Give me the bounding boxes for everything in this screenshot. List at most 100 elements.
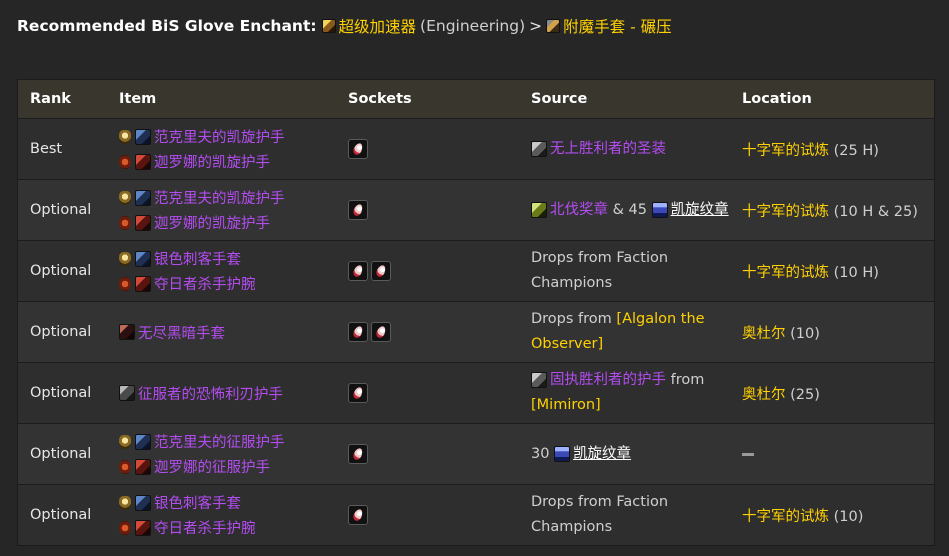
prismatic-socket-icon xyxy=(348,505,368,525)
item-name: 范克里夫的征服护手 xyxy=(154,435,285,451)
location-link[interactable]: 十字军的试炼 xyxy=(742,509,829,525)
location-cell: 十字军的试炼 (10) xyxy=(742,505,934,526)
source-cell: Drops from Faction Champions xyxy=(531,246,742,296)
rank-cell: Optional xyxy=(30,263,92,279)
item-link[interactable]: 迦罗娜的凯旋护手 xyxy=(119,149,348,174)
location-cell: 十字军的试炼 (25 H) xyxy=(742,139,934,160)
header-sockets: Sockets xyxy=(348,91,412,107)
item-name: 夺日者杀手护腕 xyxy=(154,521,256,537)
location-link[interactable]: 十字军的试炼 xyxy=(742,265,829,281)
location-link[interactable]: 奥杜尔 xyxy=(742,326,786,342)
enchant-scroll-icon xyxy=(546,19,561,33)
table-row: Optional 范克里夫的凯旋护手 迦罗娜的凯旋护手 北伐奖章 & 45 凯旋纹章十… xyxy=(18,179,934,240)
rank-cell: Optional xyxy=(30,202,92,218)
badge-link[interactable]: 凯旋纹章 xyxy=(573,446,631,462)
table-row: Optional 征服者的恐怖利刃护手 固执胜利者的护手 from [Mimiron… xyxy=(18,362,934,423)
source-text: Drops from xyxy=(531,311,612,327)
item-link[interactable]: 迦罗娜的凯旋护手 xyxy=(119,210,348,235)
engineering-gear-icon xyxy=(321,19,336,33)
item-link[interactable]: 银色刺客手套 xyxy=(119,246,348,271)
source-amount: & 45 xyxy=(612,201,647,218)
item-name: 夺日者杀手护腕 xyxy=(154,277,256,293)
sockets-cell xyxy=(348,139,531,159)
location-detail: (10 H) xyxy=(833,264,879,281)
alliance-faction-icon xyxy=(119,434,131,449)
location-detail: (10) xyxy=(833,508,864,525)
item-name: 银色刺客手套 xyxy=(154,252,241,268)
item-name: 迦罗娜的征服护手 xyxy=(154,460,270,476)
glove-red-icon xyxy=(135,214,151,231)
glove-gray-icon xyxy=(119,385,135,401)
location-detail: (25) xyxy=(790,386,820,403)
location-link[interactable]: 奥杜尔 xyxy=(742,387,786,403)
alt-enchant-link[interactable]: 附魔手套 - 碾压 xyxy=(563,15,671,37)
rank-cell: Optional xyxy=(30,324,92,340)
rank-cell: Best xyxy=(30,141,63,157)
item-name: 征服者的恐怖利刃护手 xyxy=(138,386,283,403)
heading-separator: > xyxy=(529,17,543,35)
location-link[interactable]: 十字军的试炼 xyxy=(742,204,829,220)
item-link[interactable]: 征服者的恐怖利刃护手 xyxy=(119,381,348,406)
glove-red-icon xyxy=(135,153,151,170)
badge-blue-icon xyxy=(554,445,571,462)
item-name: 范克里夫的凯旋护手 xyxy=(154,191,285,207)
item-link[interactable]: 夺日者杀手护腕 xyxy=(119,515,348,540)
table-row: Optional 无尽黑暗手套 Drops from [Algalon the Ob… xyxy=(18,301,934,362)
item-link[interactable]: 范克里夫的凯旋护手 xyxy=(119,124,348,149)
horde-faction-icon xyxy=(119,520,131,535)
location-link[interactable]: 十字军的试炼 xyxy=(742,143,829,159)
profession-label: (Engineering) xyxy=(420,17,526,35)
sockets-cell xyxy=(348,505,531,525)
item-link[interactable]: 夺日者杀手护腕 xyxy=(119,271,348,296)
table-header: Rank Item Sockets Source Location xyxy=(18,80,934,118)
item-name: 迦罗娜的凯旋护手 xyxy=(154,216,270,232)
bis-glove-table: Rank Item Sockets Source Location Best 范克… xyxy=(17,79,935,546)
item-link[interactable]: 范克里夫的征服护手 xyxy=(119,429,348,454)
horde-faction-icon xyxy=(119,215,131,230)
armor-green-icon xyxy=(531,201,547,218)
item-link[interactable]: 无尽黑暗手套 xyxy=(119,320,348,345)
location-cell xyxy=(742,446,934,462)
glove-enchant-heading: Recommended BiS Glove Enchant: 超级加速器 (En… xyxy=(17,15,672,37)
glove-blue-icon xyxy=(135,189,151,206)
source-cell: 30 凯旋纹章 xyxy=(531,442,742,467)
item-name: 迦罗娜的凯旋护手 xyxy=(154,155,270,171)
boss-link[interactable]: [Mimiron] xyxy=(531,397,601,413)
glove-blue-icon xyxy=(135,494,151,511)
prismatic-socket-icon xyxy=(371,322,391,342)
location-cell: 十字军的试炼 (10 H) xyxy=(742,261,934,282)
badge-link[interactable]: 凯旋纹章 xyxy=(671,202,729,218)
location-cell: 奥杜尔 (25) xyxy=(742,383,934,404)
item-cell: 银色刺客手套 夺日者杀手护腕 xyxy=(119,246,348,296)
sockets-cell xyxy=(348,383,531,403)
header-rank: Rank xyxy=(30,91,71,107)
rank-cell: Optional xyxy=(30,507,92,523)
item-link[interactable]: 银色刺客手套 xyxy=(119,490,348,515)
armor-gray-icon xyxy=(531,140,547,157)
item-cell: 范克里夫的凯旋护手 迦罗娜的凯旋护手 xyxy=(119,185,348,235)
item-name: 银色刺客手套 xyxy=(154,496,241,512)
table-row: Optional 范克里夫的征服护手 迦罗娜的征服护手 30 凯旋纹章 xyxy=(18,423,934,484)
empty-dash xyxy=(742,452,754,456)
item-cell: 银色刺客手套 夺日者杀手护腕 xyxy=(119,490,348,540)
source-token-link[interactable]: 北伐奖章 xyxy=(550,202,608,218)
prismatic-socket-icon xyxy=(348,261,368,281)
horde-faction-icon xyxy=(119,459,131,474)
source-token-link[interactable]: 无上胜利者的圣装 xyxy=(550,141,666,157)
glove-blue-icon xyxy=(135,250,151,267)
location-detail: (10) xyxy=(790,325,820,342)
table-row: Best 范克里夫的凯旋护手 迦罗娜的凯旋护手 无上胜利者的圣装 十字军的试炼 (25 … xyxy=(18,118,934,179)
badge-blue-icon xyxy=(651,201,668,218)
item-link[interactable]: 范克里夫的凯旋护手 xyxy=(119,185,348,210)
enchant-link[interactable]: 超级加速器 xyxy=(339,15,417,37)
sockets-cell xyxy=(348,444,531,464)
glove-blue-icon xyxy=(135,433,151,450)
header-source: Source xyxy=(531,90,588,107)
source-text: Drops from Faction Champions xyxy=(531,494,669,535)
item-link[interactable]: 迦罗娜的征服护手 xyxy=(119,454,348,479)
glove-red-icon xyxy=(135,458,151,475)
source-token-link[interactable]: 固执胜利者的护手 xyxy=(550,372,666,388)
alliance-faction-icon xyxy=(119,495,131,510)
alliance-faction-icon xyxy=(119,251,131,266)
item-name: 范克里夫的凯旋护手 xyxy=(154,130,285,146)
